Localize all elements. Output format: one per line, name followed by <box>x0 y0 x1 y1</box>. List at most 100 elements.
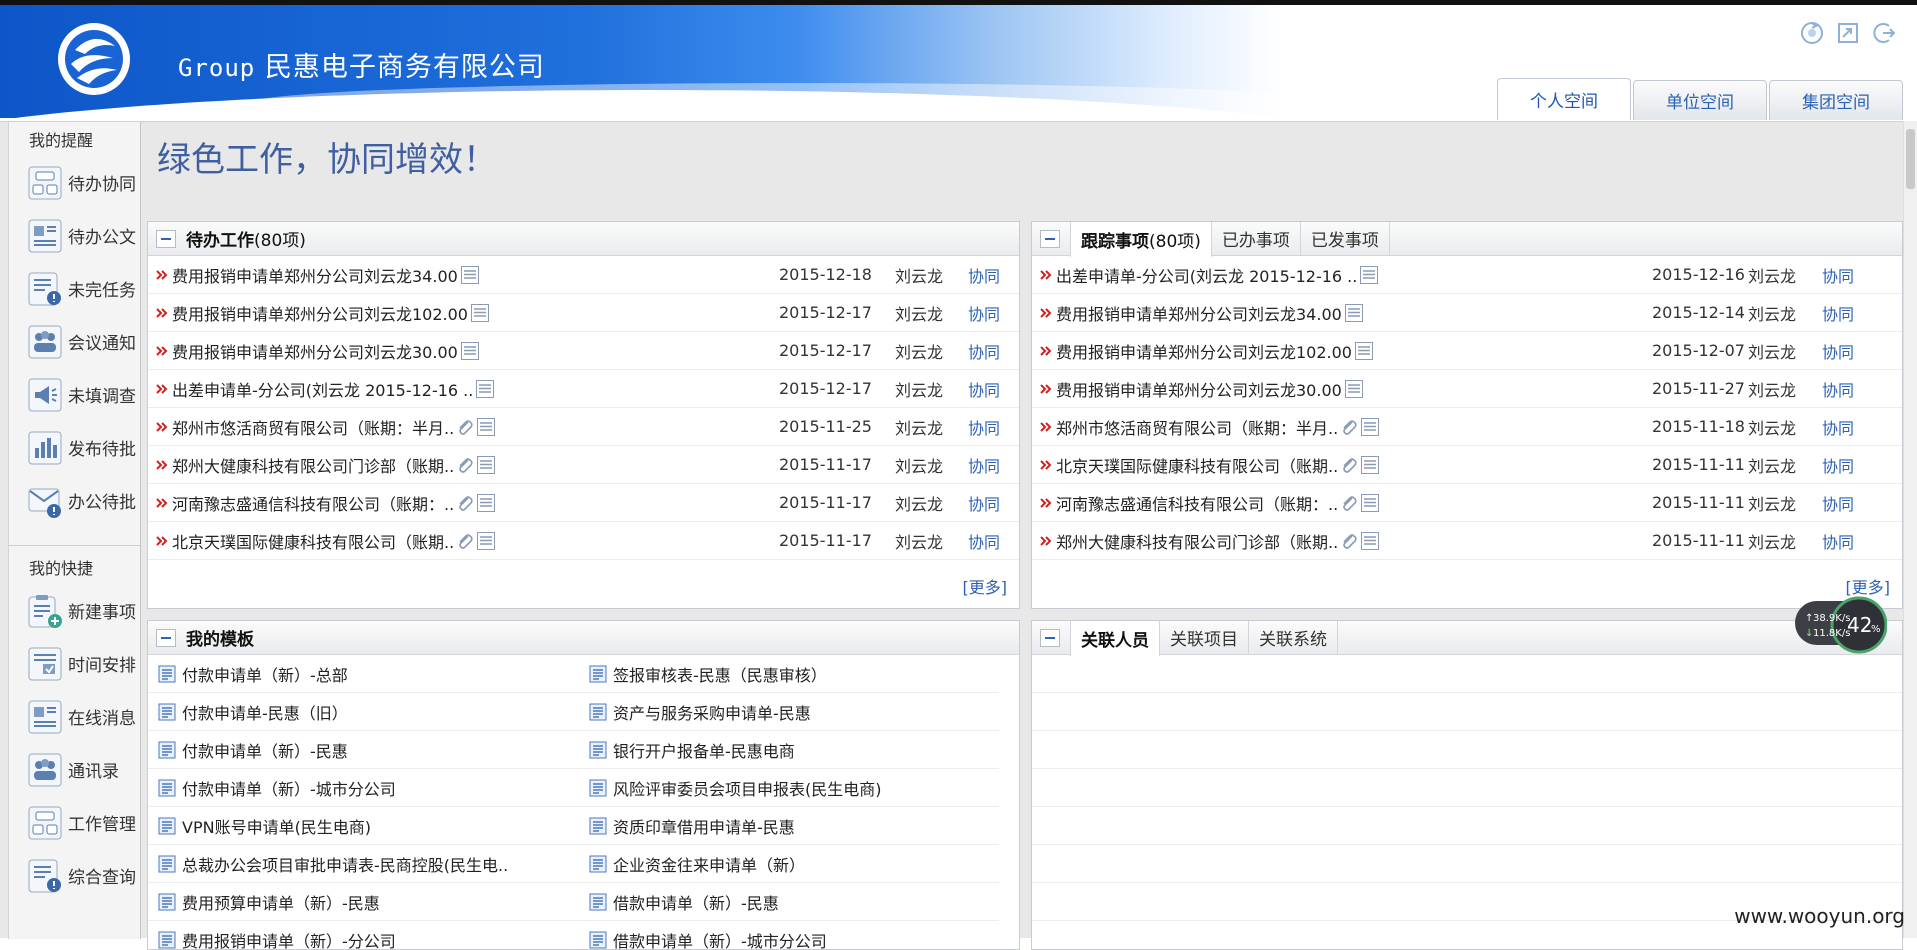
item-type-link[interactable]: 协同 <box>968 453 1000 477</box>
item-title-text[interactable]: 费用报销申请单郑州分公司刘云龙102.00 <box>172 301 468 325</box>
item-title[interactable]: 费用报销申请单郑州分公司刘云龙34.00 <box>172 263 480 287</box>
more-link[interactable]: [更多] <box>1846 574 1891 598</box>
list-item[interactable]: 河南豫志盛通信科技有限公司（账期：..2015-11-11刘云龙协同 <box>1032 484 1902 522</box>
list-item[interactable]: 河南豫志盛通信科技有限公司（账期：..2015-11-17刘云龙协同 <box>148 484 1019 522</box>
collapse-button[interactable] <box>1040 629 1060 647</box>
item-title[interactable]: 费用报销申请单郑州分公司刘云龙30.00 <box>1056 377 1364 401</box>
template-item[interactable]: 银行开户报备单-民惠电商 <box>579 731 999 769</box>
item-title-text[interactable]: 费用报销申请单郑州分公司刘云龙30.00 <box>1056 377 1342 401</box>
form-icon[interactable] <box>476 455 496 475</box>
sidebar-item-pending-doc[interactable]: 待办公文 <box>9 209 140 262</box>
tab-sent[interactable]: 已发事项 <box>1301 222 1390 256</box>
export-icon[interactable] <box>1835 20 1861 46</box>
template-item[interactable]: 费用报销申请单（新）-分公司 <box>148 921 579 950</box>
form-icon[interactable] <box>470 303 490 323</box>
item-type-link[interactable]: 协同 <box>1822 377 1854 401</box>
collapse-button[interactable] <box>156 629 176 647</box>
tab-related-projects[interactable]: 关联项目 <box>1160 621 1249 655</box>
tab-personal-space[interactable]: 个人空间 <box>1497 78 1631 120</box>
item-type-link[interactable]: 协同 <box>968 339 1000 363</box>
sidebar-item-online-message[interactable]: 在线消息 <box>9 690 140 743</box>
list-item[interactable]: 北京天璞国际健康科技有限公司（账期..2015-11-11刘云龙协同 <box>1032 446 1902 484</box>
template-item-label[interactable]: 银行开户报备单-民惠电商 <box>613 738 795 762</box>
tab-tracking[interactable]: 跟踪事项(80项) <box>1070 222 1212 257</box>
logout-icon[interactable] <box>1871 20 1897 46</box>
item-title[interactable]: 郑州市悠活商贸有限公司（账期：半月.. <box>1056 415 1380 439</box>
form-icon[interactable] <box>460 265 480 285</box>
item-title[interactable]: 郑州市悠活商贸有限公司（账期：半月.. <box>172 415 496 439</box>
template-item[interactable]: 借款申请单（新）-城市分公司 <box>579 921 999 950</box>
list-item[interactable]: 费用报销申请单郑州分公司刘云龙34.002015-12-18刘云龙协同 <box>148 256 1019 294</box>
list-item[interactable]: 费用报销申请单郑州分公司刘云龙30.002015-11-27刘云龙协同 <box>1032 370 1902 408</box>
item-type-link[interactable]: 协同 <box>968 301 1000 325</box>
item-type-link[interactable]: 协同 <box>968 529 1000 553</box>
list-item[interactable]: 费用报销申请单郑州分公司刘云龙102.002015-12-07刘云龙协同 <box>1032 332 1902 370</box>
item-title-text[interactable]: 费用报销申请单郑州分公司刘云龙34.00 <box>172 263 458 287</box>
sidebar-item-work-management[interactable]: 工作管理 <box>9 796 140 849</box>
scrollbar-thumb[interactable] <box>1906 129 1915 189</box>
collapse-button[interactable] <box>1040 230 1060 248</box>
item-title[interactable]: 郑州大健康科技有限公司门诊部（账期.. <box>1056 529 1380 553</box>
template-item-label[interactable]: 付款申请单（新）-民惠 <box>182 738 348 762</box>
template-item-label[interactable]: 费用预算申请单（新）-民惠 <box>182 890 380 914</box>
item-type-link[interactable]: 协同 <box>968 377 1000 401</box>
template-item[interactable]: 签报审核表-民惠（民惠审核） <box>579 655 999 693</box>
list-item[interactable]: 出差申请单-分公司(刘云龙 2015-12-16 ..2015-12-16刘云龙… <box>1032 256 1902 294</box>
list-item[interactable]: 北京天璞国际健康科技有限公司（账期..2015-11-17刘云龙协同 <box>148 522 1019 560</box>
tab-related-people[interactable]: 关联人员 <box>1070 621 1160 656</box>
sidebar-item-unfinished-task[interactable]: 未完任务 <box>9 262 140 315</box>
more-link[interactable]: [更多] <box>963 574 1008 598</box>
list-item[interactable]: 费用报销申请单郑州分公司刘云龙34.002015-12-14刘云龙协同 <box>1032 294 1902 332</box>
sidebar-item-new-matter[interactable]: 新建事项 <box>9 584 140 637</box>
item-title-text[interactable]: 郑州大健康科技有限公司门诊部（账期.. <box>1056 529 1338 553</box>
form-icon[interactable] <box>1360 493 1380 513</box>
tab-related-systems[interactable]: 关联系统 <box>1249 621 1338 655</box>
template-item[interactable]: 企业资金往来申请单（新） <box>579 845 999 883</box>
item-type-link[interactable]: 协同 <box>1822 491 1854 515</box>
item-type-link[interactable]: 协同 <box>1822 529 1854 553</box>
item-title-text[interactable]: 费用报销申请单郑州分公司刘云龙30.00 <box>172 339 458 363</box>
item-title-text[interactable]: 河南豫志盛通信科技有限公司（账期：.. <box>1056 491 1338 515</box>
template-item-label[interactable]: 资质印章借用申请单-民惠 <box>613 814 795 838</box>
list-item[interactable]: 出差申请单-分公司(刘云龙 2015-12-16 ..2015-12-17刘云龙… <box>148 370 1019 408</box>
form-icon[interactable] <box>475 379 495 399</box>
template-item[interactable]: 总裁办公会项目审批申请表-民商控股(民生电.. <box>148 845 579 883</box>
list-item[interactable]: 费用报销申请单郑州分公司刘云龙102.002015-12-17刘云龙协同 <box>148 294 1019 332</box>
sidebar-item-query[interactable]: 综合查询 <box>9 849 140 902</box>
form-icon[interactable] <box>476 531 496 551</box>
form-icon[interactable] <box>1360 455 1380 475</box>
item-title[interactable]: 费用报销申请单郑州分公司刘云龙102.00 <box>172 301 490 325</box>
item-title[interactable]: 北京天璞国际健康科技有限公司（账期.. <box>1056 453 1380 477</box>
list-item[interactable]: 郑州市悠活商贸有限公司（账期：半月..2015-11-18刘云龙协同 <box>1032 408 1902 446</box>
template-item[interactable]: 风险评审委员会项目申报表(民生电商) <box>579 769 999 807</box>
item-type-link[interactable]: 协同 <box>968 491 1000 515</box>
item-title-text[interactable]: 郑州市悠活商贸有限公司（账期：半月.. <box>172 415 454 439</box>
item-title-text[interactable]: 郑州大健康科技有限公司门诊部（账期.. <box>172 453 454 477</box>
template-item-label[interactable]: 总裁办公会项目审批申请表-民商控股(民生电.. <box>182 852 508 876</box>
tab-group-space[interactable]: 集团空间 <box>1769 80 1903 120</box>
template-item[interactable]: 付款申请单（新）-总部 <box>148 655 579 693</box>
item-type-link[interactable]: 协同 <box>968 263 1000 287</box>
page-scrollbar[interactable] <box>1903 121 1917 938</box>
sidebar-item-meeting[interactable]: 会议通知 <box>9 315 140 368</box>
item-type-link[interactable]: 协同 <box>968 415 1000 439</box>
item-title[interactable]: 河南豫志盛通信科技有限公司（账期：.. <box>1056 491 1380 515</box>
item-title[interactable]: 出差申请单-分公司(刘云龙 2015-12-16 .. <box>172 377 495 401</box>
form-icon[interactable] <box>1360 531 1380 551</box>
template-item-label[interactable]: 付款申请单（新）-总部 <box>182 662 348 686</box>
form-icon[interactable] <box>1360 417 1380 437</box>
sidebar-item-publish-approval[interactable]: 发布待批 <box>9 421 140 474</box>
template-item-label[interactable]: 借款申请单（新）-城市分公司 <box>613 928 827 950</box>
item-type-link[interactable]: 协同 <box>1822 339 1854 363</box>
form-icon[interactable] <box>460 341 480 361</box>
item-title-text[interactable]: 费用报销申请单郑州分公司刘云龙34.00 <box>1056 301 1342 325</box>
sidebar-item-pending-collab[interactable]: 待办协同 <box>9 156 140 209</box>
item-title-text[interactable]: 出差申请单-分公司(刘云龙 2015-12-16 .. <box>172 377 473 401</box>
form-icon[interactable] <box>1344 303 1364 323</box>
item-title-text[interactable]: 北京天璞国际健康科技有限公司（账期.. <box>1056 453 1338 477</box>
template-item[interactable]: 费用预算申请单（新）-民惠 <box>148 883 579 921</box>
sidebar-item-contacts[interactable]: 通讯录 <box>9 743 140 796</box>
item-title-text[interactable]: 北京天璞国际健康科技有限公司（账期.. <box>172 529 454 553</box>
sidebar-item-office-approval[interactable]: 办公待批 <box>9 474 140 527</box>
item-type-link[interactable]: 协同 <box>1822 263 1854 287</box>
